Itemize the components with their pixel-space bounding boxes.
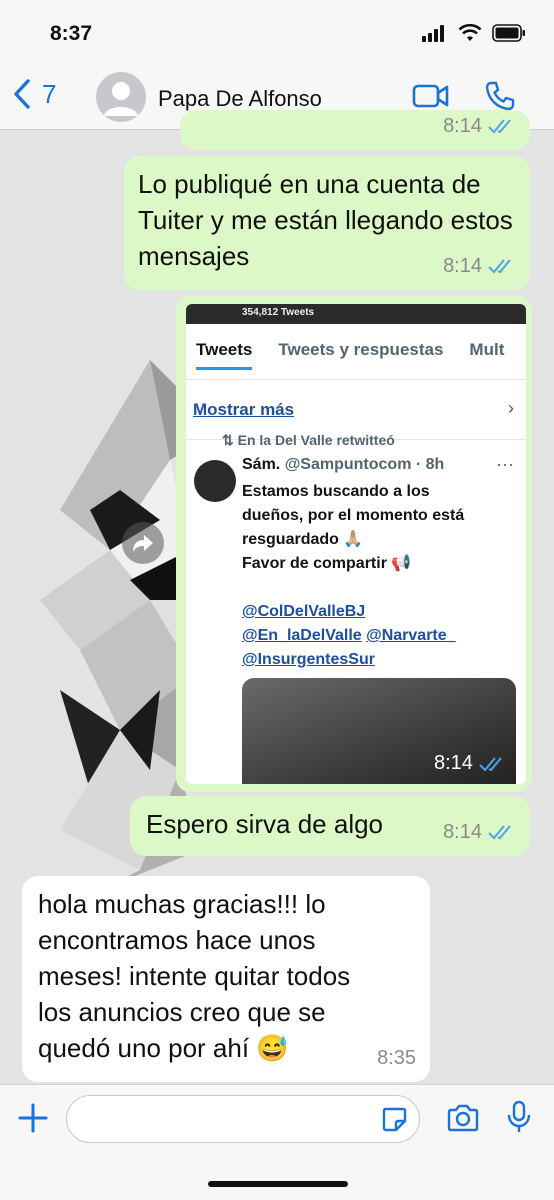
tweet-author-handle: @Sampuntocom · 8h: [284, 456, 445, 473]
message-time: 8:14: [443, 255, 482, 277]
back-button[interactable]: 7: [12, 78, 56, 110]
tweet-body: Estamos buscando a los dueños, por el mo…: [242, 480, 522, 672]
retweet-icon: ⇅: [222, 432, 238, 448]
twitter-tabs: Tweets Tweets y respuestas Mult: [186, 324, 526, 380]
read-ticks-icon: [488, 259, 511, 274]
tweet-mention: @InsurgentesSur: [242, 651, 375, 668]
tweet-line: Favor de compartir 📢: [242, 555, 412, 572]
unread-count: 7: [42, 78, 57, 109]
plus-icon: [18, 1103, 48, 1133]
message-bubble[interactable]: Espero sirva de algo 8:14: [130, 796, 530, 856]
battery-icon: [492, 24, 525, 42]
read-ticks-icon: [488, 825, 511, 840]
tweet-mention: @Narvarte_: [366, 627, 456, 644]
status-bar: 8:37: [0, 0, 554, 64]
home-indicator: [208, 1181, 348, 1187]
tab-multimedia: Mult: [469, 340, 505, 359]
message-text: hola muchas gracias!!! lo encontramos ha…: [38, 889, 351, 1063]
message-meta: 8:14: [443, 814, 516, 850]
message-meta: 8:35: [377, 1040, 416, 1076]
status-icons: [422, 24, 526, 42]
camera-button[interactable]: [446, 1103, 480, 1138]
wifi-icon: [458, 24, 482, 41]
read-ticks-icon: [488, 119, 511, 134]
tweet-author-name: Sám.: [242, 456, 281, 473]
tweet-line: dueños, por el momento está: [242, 507, 465, 524]
message-bubble[interactable]: 8:14: [180, 110, 530, 150]
more-options-icon: ···: [496, 454, 514, 474]
incoming-message-bubble[interactable]: hola muchas gracias!!! lo encontramos ha…: [22, 876, 430, 1082]
tweet-author-avatar: [194, 460, 236, 502]
tweet-screenshot-image[interactable]: 354,812 Tweets Tweets Tweets y respuesta…: [186, 304, 526, 784]
message-input[interactable]: [66, 1095, 420, 1143]
video-call-icon: [412, 84, 449, 108]
read-ticks-icon: [479, 756, 502, 771]
sticker-icon: [382, 1107, 407, 1132]
chevron-right-icon: ›: [508, 398, 514, 418]
contact-name[interactable]: Papa De Alfonso: [158, 86, 322, 112]
tweet-mention: @ColDelValleBJ: [242, 603, 366, 620]
message-time: 8:14: [443, 115, 482, 137]
forward-button[interactable]: [122, 522, 164, 564]
tweet-line: resguardado 🙏🏼: [242, 531, 364, 548]
tweet-header: Sám. @Sampuntocom · 8h: [242, 456, 444, 474]
signal-icon: [422, 25, 444, 42]
default-avatar-icon: [104, 82, 138, 116]
camera-icon: [447, 1104, 479, 1132]
retweet-label: ⇅ En la Del Valle retwitteó: [222, 432, 395, 449]
attach-button[interactable]: [16, 1101, 50, 1140]
status-time: 8:37: [50, 22, 93, 45]
retweeted-by: En la Del Valle retwitteó: [237, 432, 395, 448]
message-meta: 8:14: [443, 248, 516, 284]
message-meta: 8:14: [443, 108, 516, 144]
show-more-label: Mostrar más: [193, 400, 295, 419]
image-message-meta: 8:14: [434, 752, 507, 775]
tab-tweets-replies: Tweets y respuestas: [278, 340, 444, 359]
tweet-mention: @En_laDelValle: [242, 627, 362, 644]
sticker-button[interactable]: [380, 1105, 408, 1138]
back-chevron-icon: [14, 79, 30, 109]
message-time: 8:14: [443, 821, 482, 843]
message-time: 8:14: [434, 752, 473, 774]
show-more-row: Mostrar más ›: [186, 380, 526, 440]
voice-message-button[interactable]: [506, 1099, 532, 1140]
microphone-icon: [507, 1100, 531, 1132]
message-time: 8:35: [377, 1047, 416, 1069]
message-bubble[interactable]: Lo publiqué en una cuenta de Tuiter y me…: [124, 156, 530, 290]
tweet-count: 354,812 Tweets: [186, 304, 526, 324]
tab-tweets: Tweets: [196, 332, 253, 370]
forward-icon: [133, 535, 153, 552]
contact-avatar[interactable]: [96, 72, 146, 122]
tweet-line: Estamos buscando a los: [242, 483, 430, 500]
